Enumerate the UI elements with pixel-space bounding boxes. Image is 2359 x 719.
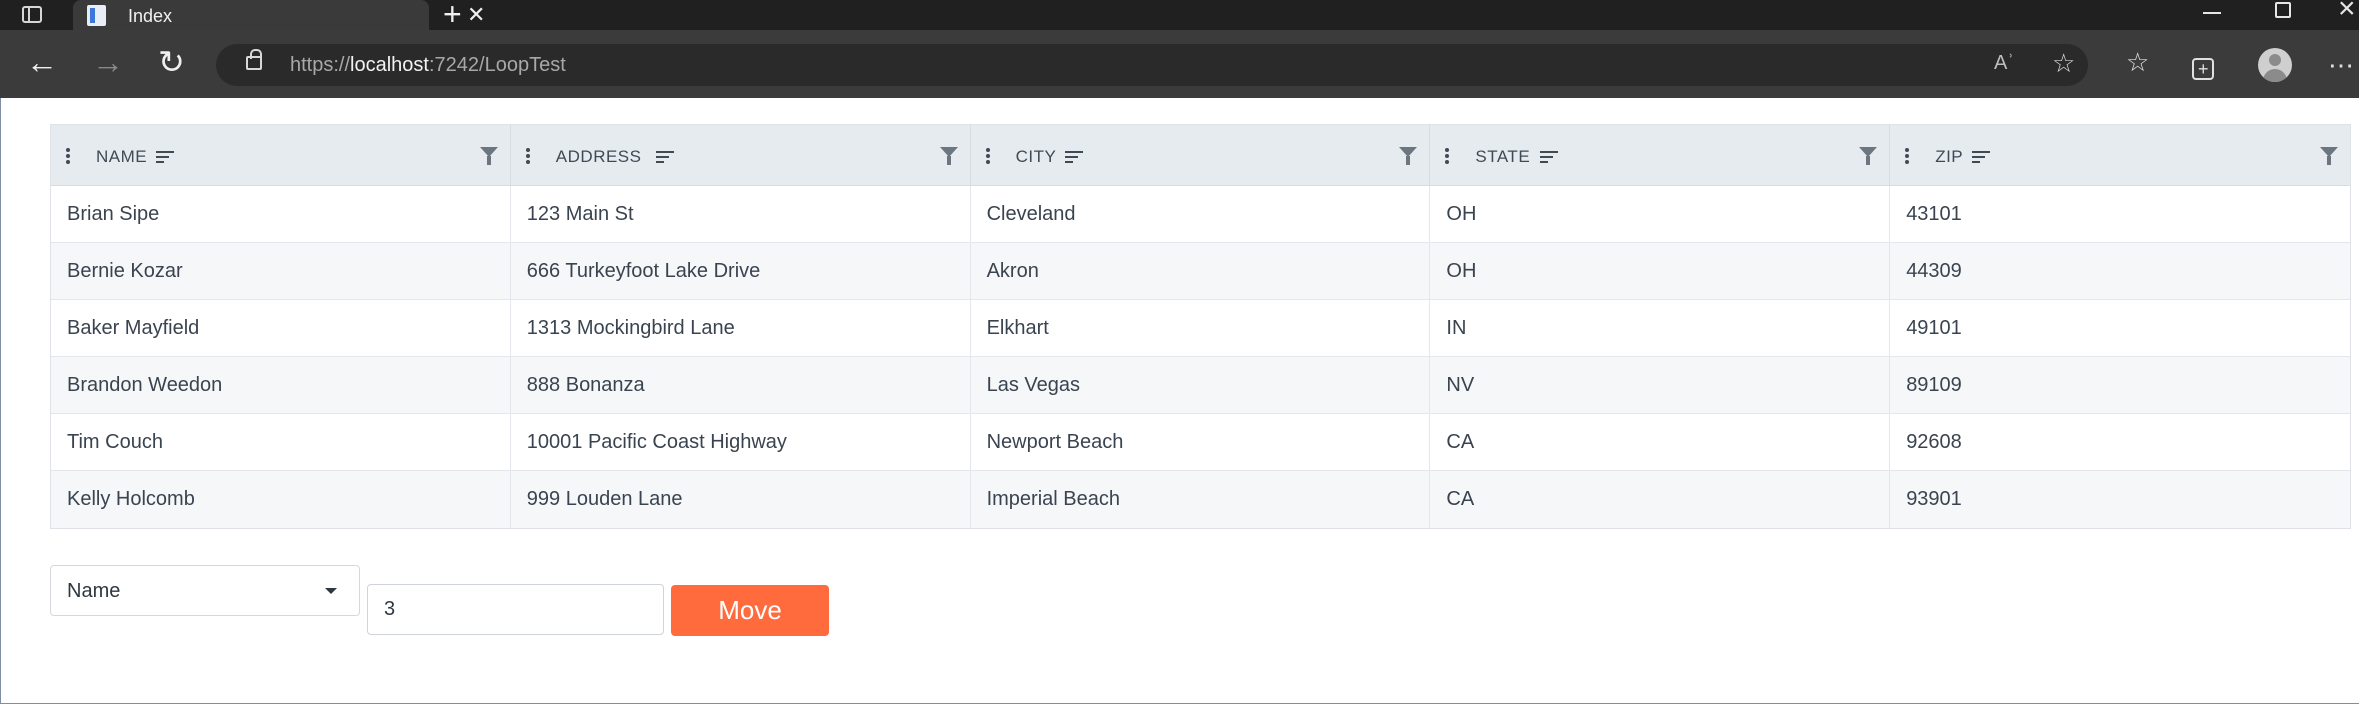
- move-button[interactable]: Move: [671, 585, 829, 636]
- cell-address[interactable]: 1313 Mockingbird Lane: [511, 300, 971, 356]
- cell-zip[interactable]: 93901: [1890, 471, 2350, 528]
- more-options-icon[interactable]: ⋯: [2328, 50, 2355, 80]
- column-header-zip[interactable]: ZIP: [1890, 125, 2350, 185]
- url-text[interactable]: https://localhost:7242/LoopTest: [290, 54, 566, 77]
- page-content: NAME ADDRESS CITY STATE ZIP Brian Sipe 1…: [0, 98, 2359, 704]
- position-input[interactable]: [367, 584, 664, 635]
- cell-city[interactable]: Akron: [971, 243, 1431, 299]
- back-icon[interactable]: ←: [26, 44, 58, 80]
- sort-icon[interactable]: [1972, 151, 1991, 163]
- cell-state[interactable]: NV: [1430, 357, 1891, 413]
- collections-icon[interactable]: [2192, 54, 2214, 84]
- data-grid: NAME ADDRESS CITY STATE ZIP Brian Sipe 1…: [50, 124, 2351, 529]
- cell-zip[interactable]: 89109: [1890, 357, 2350, 413]
- cell-name[interactable]: Brandon Weedon: [51, 357, 511, 413]
- column-header-label: NAME: [96, 147, 148, 166]
- cell-zip[interactable]: 43101: [1890, 186, 2350, 242]
- table-row[interactable]: Tim Couch 10001 Pacific Coast Highway Ne…: [51, 414, 2350, 471]
- cell-name[interactable]: Tim Couch: [51, 414, 511, 470]
- browser-tab[interactable]: Index ✕: [73, 0, 485, 30]
- grid-header: NAME ADDRESS CITY STATE ZIP: [51, 125, 2350, 186]
- column-header-name[interactable]: NAME: [51, 125, 511, 185]
- cell-name[interactable]: Bernie Kozar: [51, 243, 511, 299]
- filter-icon[interactable]: [2319, 147, 2338, 165]
- address-bar[interactable]: https://localhost:7242/LoopTest Aʾ ☆: [216, 44, 2088, 86]
- column-menu-icon[interactable]: [1445, 148, 1450, 164]
- profile-avatar[interactable]: [2258, 48, 2292, 82]
- cell-city[interactable]: Cleveland: [971, 186, 1431, 242]
- browser-tab-strip: Index ✕ + ×: [0, 0, 2359, 30]
- column-header-label: CITY: [1015, 147, 1057, 166]
- column-menu-icon[interactable]: [66, 148, 70, 164]
- table-row[interactable]: Brandon Weedon 888 Bonanza Las Vegas NV …: [51, 357, 2350, 414]
- page-favicon-icon: [87, 5, 106, 26]
- column-select-value: Name: [67, 580, 121, 602]
- cell-city[interactable]: Imperial Beach: [971, 471, 1431, 528]
- cell-address[interactable]: 10001 Pacific Coast Highway: [511, 414, 971, 470]
- cell-name[interactable]: Kelly Holcomb: [51, 471, 511, 528]
- column-header-address[interactable]: ADDRESS: [511, 125, 971, 185]
- cell-city[interactable]: Newport Beach: [971, 414, 1431, 470]
- cell-zip[interactable]: 44309: [1890, 243, 2350, 299]
- sort-icon[interactable]: [1064, 151, 1083, 163]
- cell-state[interactable]: IN: [1430, 300, 1891, 356]
- cell-address[interactable]: 999 Louden Lane: [511, 471, 971, 528]
- close-tab-icon[interactable]: ✕: [467, 2, 485, 28]
- table-row[interactable]: Kelly Holcomb 999 Louden Lane Imperial B…: [51, 471, 2350, 528]
- sort-icon[interactable]: [655, 151, 674, 163]
- tab-actions-icon[interactable]: [22, 6, 42, 23]
- cell-state[interactable]: CA: [1430, 414, 1891, 470]
- column-header-state[interactable]: STATE: [1430, 125, 1891, 185]
- column-header-label: ADDRESS: [555, 147, 642, 166]
- add-favorite-icon[interactable]: ☆: [2052, 48, 2075, 79]
- read-aloud-icon[interactable]: Aʾ: [1994, 52, 2014, 75]
- cell-address[interactable]: 888 Bonanza: [511, 357, 971, 413]
- table-row[interactable]: Baker Mayfield 1313 Mockingbird Lane Elk…: [51, 300, 2350, 357]
- cell-name[interactable]: Baker Mayfield: [51, 300, 511, 356]
- cell-state[interactable]: CA: [1430, 471, 1891, 528]
- cell-zip[interactable]: 49101: [1890, 300, 2350, 356]
- chevron-down-icon[interactable]: [325, 588, 337, 594]
- sort-icon[interactable]: [1540, 151, 1559, 163]
- browser-toolbar: ← → ↻ https://localhost:7242/LoopTest Aʾ…: [0, 30, 2359, 98]
- reload-icon[interactable]: ↻: [158, 44, 185, 80]
- column-header-city[interactable]: CITY: [971, 125, 1431, 185]
- lock-icon[interactable]: [246, 49, 262, 70]
- window-close-icon[interactable]: ×: [2338, 0, 2356, 24]
- url-scheme: https://: [290, 54, 351, 76]
- filter-icon[interactable]: [939, 147, 958, 165]
- column-header-label: STATE: [1475, 147, 1531, 166]
- cell-city[interactable]: Elkhart: [971, 300, 1431, 356]
- cell-zip[interactable]: 92608: [1890, 414, 2350, 470]
- column-select[interactable]: Name: [50, 565, 360, 616]
- forward-icon[interactable]: →: [92, 44, 124, 80]
- minimize-icon[interactable]: [2203, 12, 2221, 14]
- url-path: :7242/LoopTest: [428, 54, 566, 76]
- filter-icon[interactable]: [479, 147, 498, 165]
- cell-address[interactable]: 123 Main St: [511, 186, 971, 242]
- favorites-icon[interactable]: ☆: [2126, 47, 2149, 77]
- column-menu-icon[interactable]: [1905, 148, 1910, 164]
- cell-city[interactable]: Las Vegas: [971, 357, 1431, 413]
- cell-state[interactable]: OH: [1430, 243, 1891, 299]
- maximize-icon[interactable]: [2275, 2, 2291, 18]
- url-host: localhost: [350, 54, 429, 76]
- table-row[interactable]: Bernie Kozar 666 Turkeyfoot Lake Drive A…: [51, 243, 2350, 300]
- column-menu-icon[interactable]: [525, 148, 530, 164]
- cell-address[interactable]: 666 Turkeyfoot Lake Drive: [511, 243, 971, 299]
- column-menu-icon[interactable]: [985, 148, 990, 164]
- table-row[interactable]: Brian Sipe 123 Main St Cleveland OH 4310…: [51, 186, 2350, 243]
- filter-icon[interactable]: [1859, 147, 1878, 165]
- new-tab-icon[interactable]: +: [443, 0, 462, 30]
- cell-name[interactable]: Brian Sipe: [51, 186, 511, 242]
- tab-title: Index: [128, 6, 173, 26]
- filter-icon[interactable]: [1399, 147, 1418, 165]
- column-header-label: ZIP: [1935, 147, 1964, 166]
- sort-icon[interactable]: [156, 151, 174, 163]
- cell-state[interactable]: OH: [1430, 186, 1891, 242]
